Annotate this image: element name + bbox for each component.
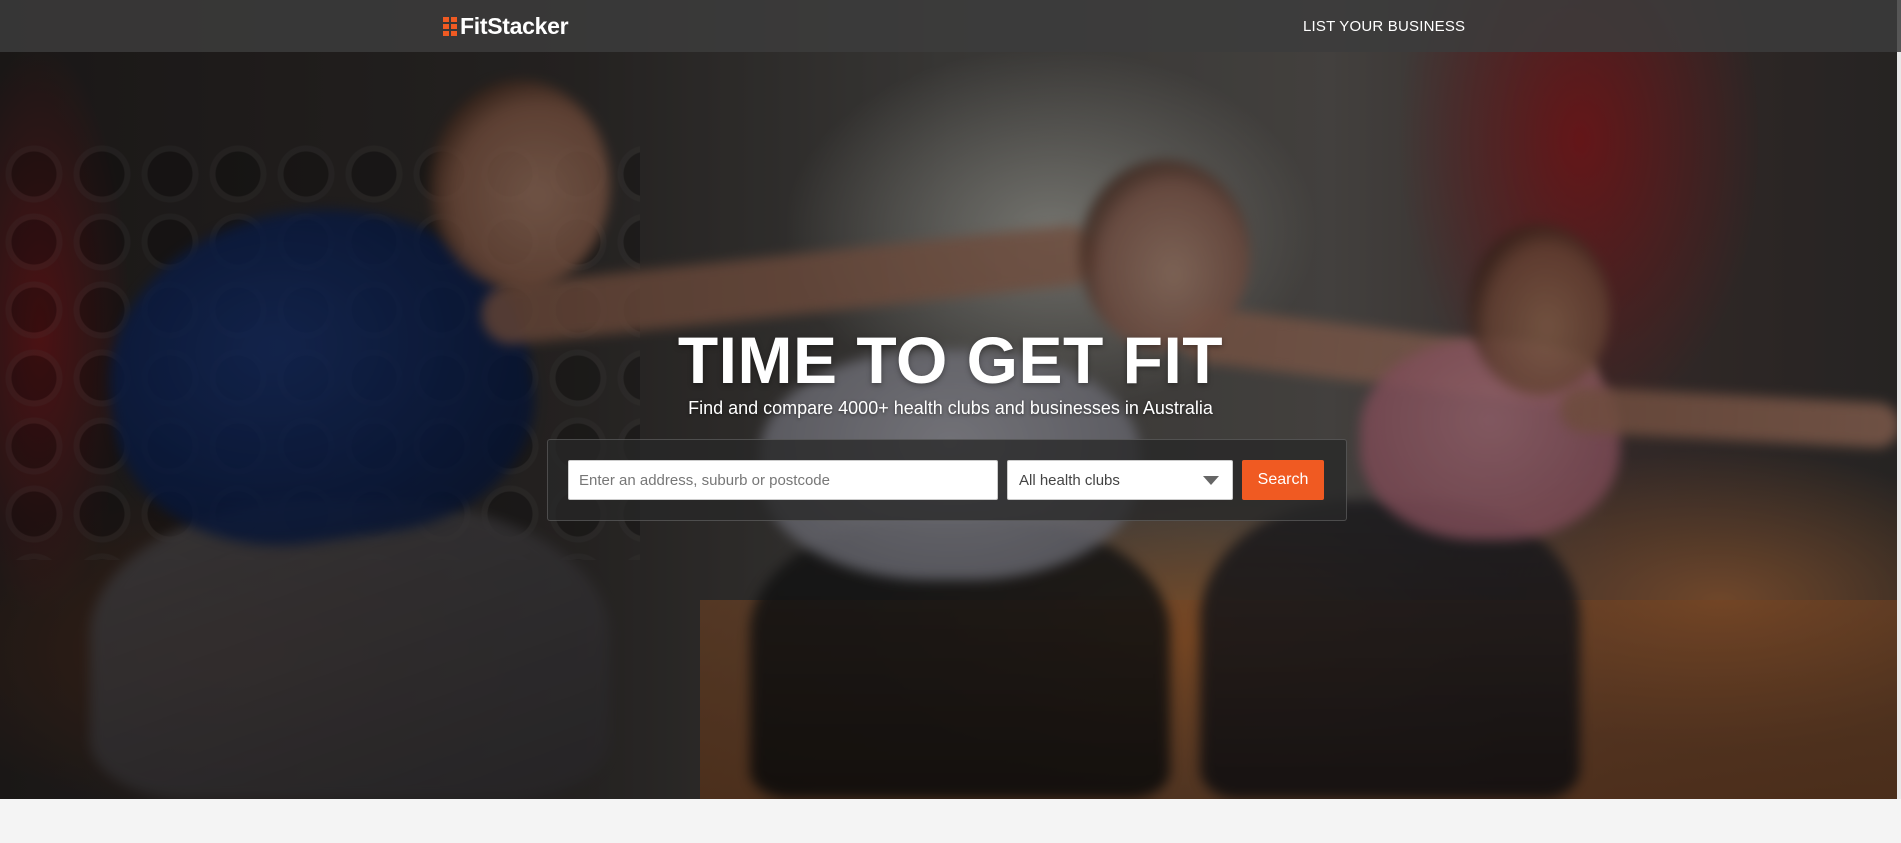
top-navbar: FitStacker LIST YOUR BUSINESS — [0, 0, 1901, 52]
logo-text: FitStacker — [460, 12, 569, 39]
search-button[interactable]: Search — [1242, 460, 1324, 500]
search-panel: All health clubs Search — [547, 439, 1347, 521]
category-select[interactable]: All health clubs — [1007, 460, 1233, 500]
category-select-value: All health clubs — [1019, 471, 1120, 489]
grid-logo-icon — [443, 16, 457, 36]
list-your-business-link[interactable]: LIST YOUR BUSINESS — [1303, 18, 1465, 35]
chevron-down-icon — [1203, 475, 1219, 485]
location-search-input[interactable] — [568, 460, 998, 500]
logo-link[interactable]: FitStacker — [443, 12, 569, 40]
hero-headline: TIME TO GET FIT — [677, 323, 1224, 397]
hero-subheadline: Find and compare 4000+ health clubs and … — [688, 398, 1213, 418]
page-content-area — [0, 799, 1901, 843]
